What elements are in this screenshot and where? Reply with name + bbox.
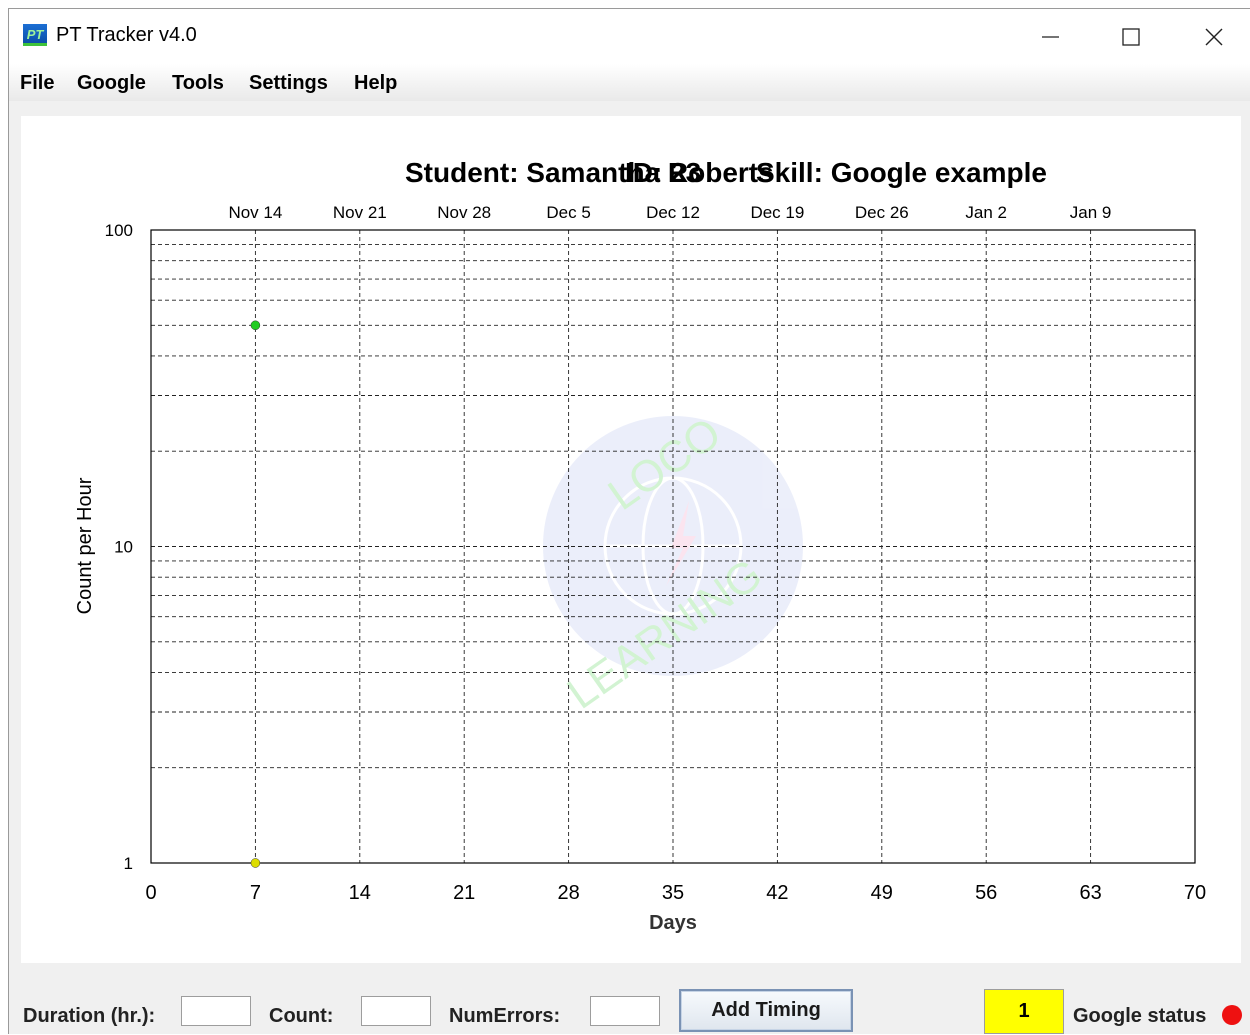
y-tick-label: 1 [124,854,133,873]
duration-input[interactable] [181,996,251,1026]
x-tick-label: 28 [557,882,579,904]
count-label: Count: [269,1005,334,1027]
chart-skill-title: Skill: Google example [756,157,1047,188]
top-date-label: Nov 28 [437,203,491,222]
x-tick-label: 63 [1079,882,1101,904]
x-tick-label: 42 [766,882,788,904]
top-date-label: Jan 9 [1070,203,1112,222]
x-tick-label: 56 [975,882,997,904]
close-icon [1205,28,1223,46]
entry-bar: Duration (hr.): Count: NumErrors: Add Ti… [9,969,1250,1035]
num-errors-input[interactable] [590,996,660,1026]
menu-settings[interactable]: Settings [249,72,328,95]
top-date-label: Dec 12 [646,203,700,222]
chart-id-title: ID: 23 [625,157,701,188]
num-errors-label: NumErrors: [449,1005,561,1027]
title-bar[interactable]: PT PT Tracker v4.0 [9,9,1250,64]
menu-tools[interactable]: Tools [172,72,224,95]
y-tick-label: 100 [105,221,133,240]
window-title: PT Tracker v4.0 [56,24,197,46]
count-input[interactable] [361,996,431,1026]
x-tick-label: 14 [349,882,371,904]
x-axis-label: Days [649,912,697,934]
pt-app-icon: PT [23,24,47,46]
menu-bar: File Google Tools Settings Help [9,64,1250,101]
top-date-label: Dec 26 [855,203,909,222]
timing-counter: 1 [984,989,1064,1034]
menu-help[interactable]: Help [354,72,397,95]
top-date-label: Nov 21 [333,203,387,222]
data-point [250,320,261,331]
google-status-indicator [1222,1005,1242,1025]
x-tick-label: 21 [453,882,475,904]
data-point [250,858,261,868]
y-tick-label: 10 [114,538,133,557]
maximize-icon [1122,28,1140,46]
top-date-label: Nov 14 [228,203,282,222]
add-timing-button[interactable]: Add Timing [679,989,853,1032]
top-date-label: Dec 19 [750,203,804,222]
close-button[interactable] [1191,19,1237,55]
y-axis-label: Count per Hour [74,477,96,614]
chart-student-title: Student: Samantha Roberts [405,157,774,188]
chart-panel: LOCO LEARNING 0 7 14 21 28 35 42 49 56 63 70 Nov 14… [21,116,1241,963]
top-date-label: Dec 5 [546,203,590,222]
duration-label: Duration (hr.): [23,1005,156,1027]
menu-google[interactable]: Google [77,72,146,95]
google-status-label: Google status [1073,1005,1207,1027]
maximize-button[interactable] [1108,19,1154,55]
menu-file[interactable]: File [20,72,54,95]
x-tick-label: 35 [662,882,684,904]
app-window: PT PT Tracker v4.0 File Google Tools Set… [8,8,1250,1034]
x-tick-label: 0 [145,882,156,904]
x-tick-label: 70 [1184,882,1206,904]
minimize-icon [1042,36,1059,38]
x-tick-label: 7 [250,882,261,904]
x-tick-label: 49 [871,882,893,904]
minimize-button[interactable] [1027,19,1073,55]
top-date-label: Jan 2 [965,203,1007,222]
chart-svg: LOCO LEARNING 0 7 14 21 28 35 42 49 56 63 70Nov 14… [74,157,1206,934]
